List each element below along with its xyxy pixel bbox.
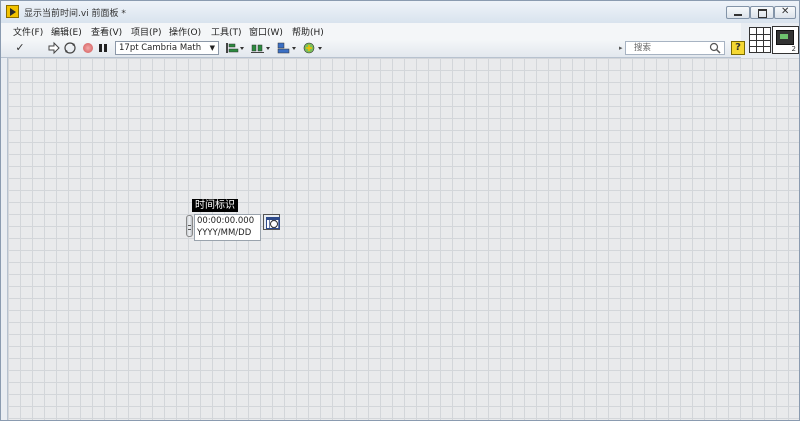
run-continuously-button[interactable] bbox=[47, 41, 61, 55]
vi-icon[interactable]: 2 bbox=[772, 26, 799, 54]
menu-project[interactable]: 项目(P) bbox=[131, 25, 161, 38]
menu-bar: 文件(F) 编辑(E) 查看(V) 项目(P) 操作(O) 工具(T) 窗口(W… bbox=[1, 23, 741, 39]
timestamp-control[interactable]: 00:00:00.000 YYYY/MM/DD bbox=[194, 214, 261, 241]
abort-button[interactable] bbox=[81, 41, 95, 55]
distribute-objects-icon bbox=[251, 44, 270, 53]
menu-tools[interactable]: 工具(T) bbox=[211, 25, 242, 38]
align-objects-icon bbox=[226, 43, 244, 53]
search-icon[interactable] bbox=[709, 42, 721, 54]
menu-edit[interactable]: 编辑(E) bbox=[51, 25, 82, 38]
menu-help[interactable]: 帮助(H) bbox=[292, 25, 324, 38]
labview-app-icon bbox=[6, 5, 19, 18]
context-help-icon[interactable]: ? bbox=[731, 41, 745, 55]
menu-window[interactable]: 窗口(W) bbox=[249, 25, 283, 38]
align-objects-button[interactable] bbox=[225, 41, 245, 55]
reorder-icon bbox=[303, 42, 322, 54]
vi-icon-badge: 2 bbox=[791, 45, 796, 53]
arrow-right-icon bbox=[48, 41, 60, 55]
monitor-icon bbox=[776, 30, 794, 45]
resize-objects-icon bbox=[277, 42, 296, 54]
timestamp-label[interactable]: 时间标识 bbox=[192, 199, 238, 212]
timestamp-time-value: 00:00:00.000 bbox=[197, 216, 255, 226]
menu-operate[interactable]: 操作(O) bbox=[169, 25, 201, 38]
resize-objects-button[interactable] bbox=[277, 41, 297, 55]
run-button[interactable]: ✓ bbox=[13, 41, 27, 55]
timestamp-increment-decrement[interactable] bbox=[186, 215, 193, 237]
minimize-button[interactable] bbox=[726, 6, 750, 19]
window-title: 显示当前时间.vi 前面板 * bbox=[24, 9, 126, 19]
menu-file[interactable]: 文件(F) bbox=[13, 25, 43, 38]
dropdown-arrow-icon: ▼ bbox=[209, 44, 215, 52]
timestamp-date-value: YYYY/MM/DD bbox=[197, 228, 252, 238]
run-loop-button[interactable] bbox=[63, 41, 77, 55]
menu-view[interactable]: 查看(V) bbox=[91, 25, 122, 38]
time-browse-button[interactable] bbox=[263, 214, 280, 230]
loop-arrows-icon bbox=[64, 42, 76, 54]
close-button[interactable] bbox=[774, 6, 796, 19]
pause-button[interactable] bbox=[97, 41, 109, 55]
title-bar: 显示当前时间.vi 前面板 * bbox=[1, 1, 799, 23]
front-panel-canvas[interactable]: 时间标识 00:00:00.000 YYYY/MM/DD bbox=[7, 58, 799, 420]
pause-icon bbox=[99, 44, 107, 52]
maximize-button[interactable] bbox=[750, 6, 774, 19]
connector-pane-icon[interactable] bbox=[749, 27, 771, 53]
font-select[interactable]: 17pt Cambria Math ▼ bbox=[115, 41, 219, 55]
run-checkmark-icon: ✓ bbox=[15, 41, 25, 54]
distribute-objects-button[interactable] bbox=[251, 41, 271, 55]
stop-sign-icon bbox=[83, 43, 93, 53]
clock-icon bbox=[270, 220, 278, 228]
labview-front-panel-window: 显示当前时间.vi 前面板 * 文件(F) 编辑(E) 查看(V) 项目(P) … bbox=[0, 0, 800, 421]
search-placeholder: 搜索 bbox=[634, 43, 652, 53]
reorder-button[interactable] bbox=[303, 41, 323, 55]
font-select-value: 17pt Cambria Math bbox=[119, 43, 202, 53]
